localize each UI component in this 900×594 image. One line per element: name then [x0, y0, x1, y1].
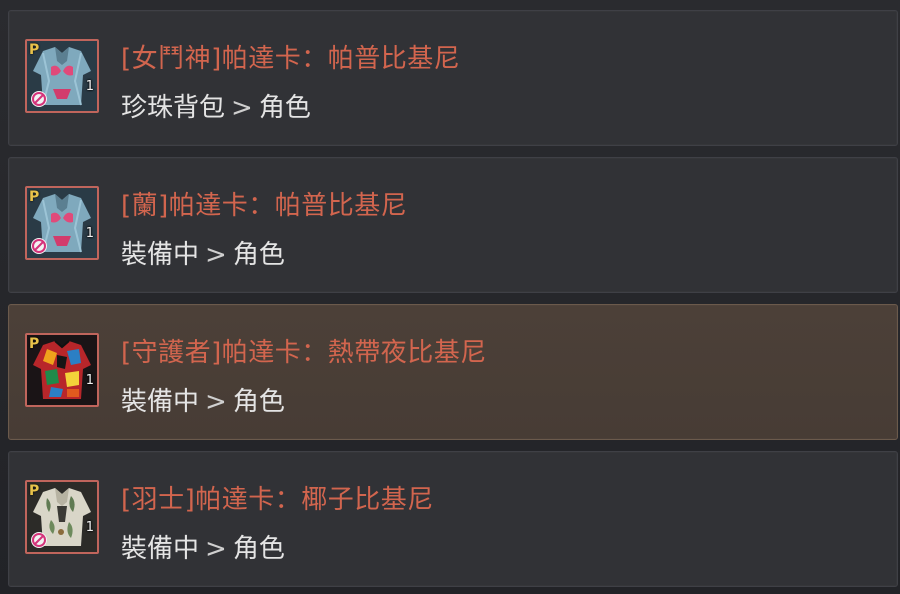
item-title: [女鬥神]帕達卡：帕普比基尼 — [121, 44, 461, 74]
item-title: [羽士]帕達卡：椰子比基尼 — [121, 485, 434, 515]
item-title: [守護者]帕達卡：熱帶夜比基尼 — [121, 338, 487, 368]
location-to: 角色 — [232, 534, 285, 564]
item-count: 1 — [85, 520, 94, 535]
chevron-right-icon: > — [231, 93, 253, 123]
item-location: 裝備中 > 角色 — [121, 234, 285, 271]
item-list-panel: P 1 [女鬥神]帕達卡：帕普比基尼 珍珠背包 > 角色 P 1 [蘭]帕達卡：… — [0, 0, 900, 594]
chevron-right-icon: > — [205, 240, 227, 270]
item-location: 裝備中 > 角色 — [121, 381, 285, 418]
p-badge: P — [29, 42, 40, 58]
location-to: 角色 — [258, 93, 311, 123]
chevron-right-icon: > — [205, 387, 227, 417]
location-from: 裝備中 — [121, 387, 200, 417]
item-location: 裝備中 > 角色 — [121, 528, 285, 565]
no-trade-icon — [31, 532, 47, 548]
item-count: 1 — [85, 79, 94, 94]
no-trade-icon — [31, 238, 47, 254]
location-to: 角色 — [232, 387, 285, 417]
item-icon-frame: P 1 — [25, 39, 99, 113]
item-icon-frame: P 1 — [25, 333, 99, 407]
item-location: 珍珠背包 > 角色 — [121, 87, 311, 124]
list-item-0[interactable]: P 1 [女鬥神]帕達卡：帕普比基尼 珍珠背包 > 角色 — [8, 10, 898, 146]
location-from: 裝備中 — [121, 240, 200, 270]
item-icon-frame: P 1 — [25, 186, 99, 260]
item-title: [蘭]帕達卡：帕普比基尼 — [121, 191, 408, 221]
no-trade-icon — [31, 91, 47, 107]
location-to: 角色 — [232, 240, 285, 270]
chevron-right-icon: > — [205, 534, 227, 564]
list-item-1[interactable]: P 1 [蘭]帕達卡：帕普比基尼 裝備中 > 角色 — [8, 157, 898, 293]
item-icon-frame: P 1 — [25, 480, 99, 554]
item-count: 1 — [85, 226, 94, 241]
list-item-3[interactable]: P 1 [羽士]帕達卡：椰子比基尼 裝備中 > 角色 — [8, 451, 898, 587]
item-list: P 1 [女鬥神]帕達卡：帕普比基尼 珍珠背包 > 角色 P 1 [蘭]帕達卡：… — [8, 10, 898, 594]
location-from: 珍珠背包 — [121, 93, 226, 123]
p-badge: P — [29, 483, 40, 499]
item-count: 1 — [85, 373, 94, 388]
p-badge: P — [29, 336, 40, 352]
list-item-2[interactable]: P 1 [守護者]帕達卡：熱帶夜比基尼 裝備中 > 角色 — [8, 304, 898, 440]
p-badge: P — [29, 189, 40, 205]
location-from: 裝備中 — [121, 534, 200, 564]
